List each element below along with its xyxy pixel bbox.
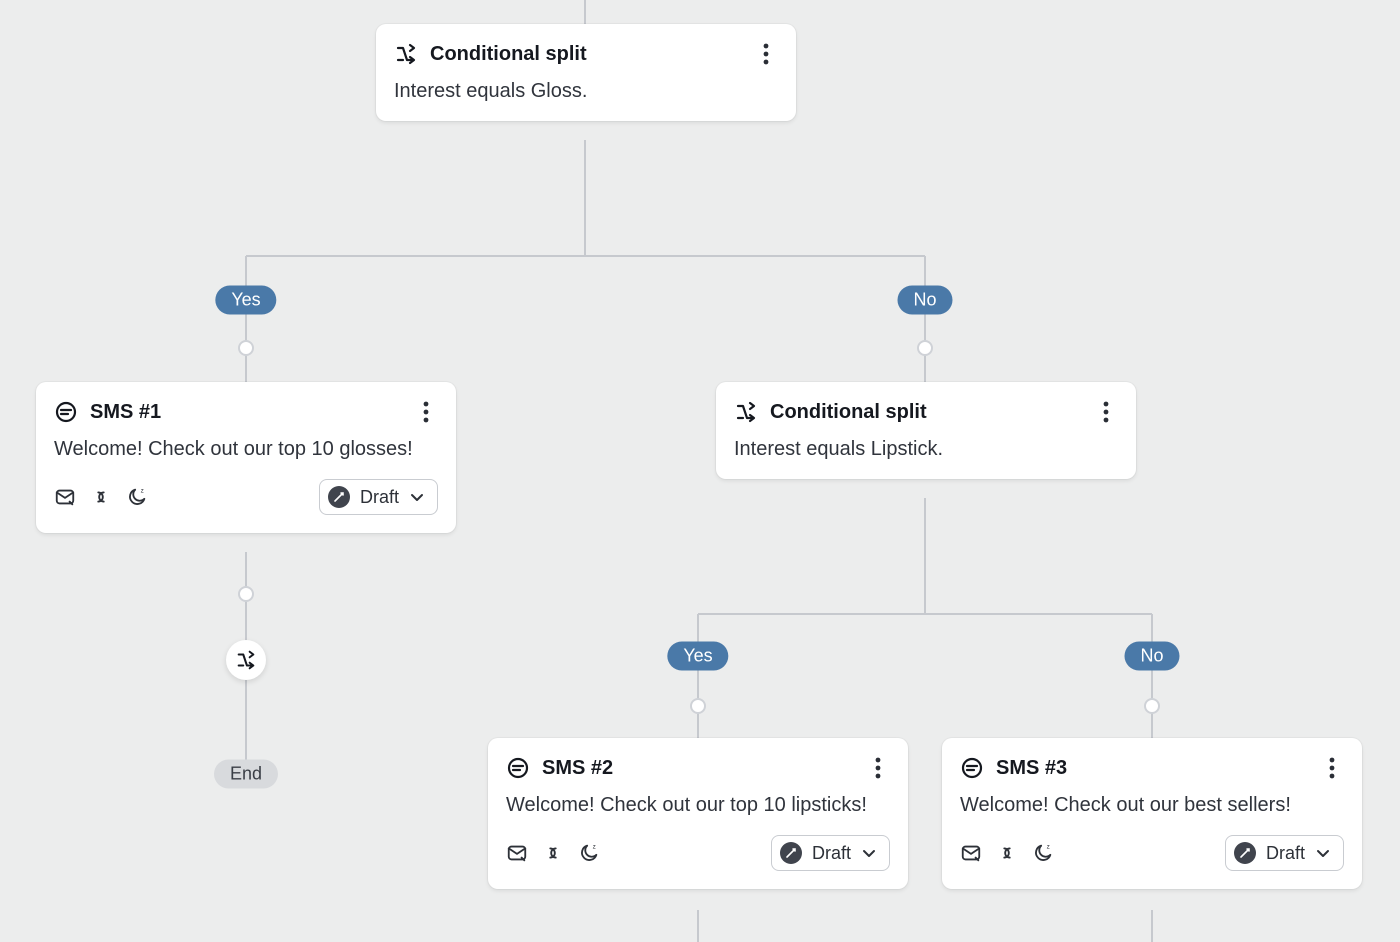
connector-dot — [238, 586, 254, 602]
connector-dot — [238, 340, 254, 356]
card-title: SMS #1 — [90, 401, 161, 424]
status-label: Draft — [812, 843, 851, 864]
smart-send-icon[interactable] — [960, 842, 982, 864]
more-menu-button[interactable] — [1094, 400, 1118, 424]
more-menu-button[interactable] — [754, 42, 778, 66]
sms-card[interactable]: SMS #1 Welcome! Check out our top 10 glo… — [36, 382, 456, 533]
link-icon[interactable] — [90, 486, 112, 508]
end-pill: End — [214, 760, 278, 789]
more-menu-button[interactable] — [414, 400, 438, 424]
sms-icon — [960, 756, 984, 780]
draft-status-icon — [328, 486, 350, 508]
card-description: Welcome! Check out our top 10 glosses! — [54, 438, 438, 461]
card-description: Welcome! Check out our best sellers! — [960, 794, 1344, 817]
card-description: Interest equals Lipstick. — [734, 438, 1118, 461]
status-dropdown[interactable]: Draft — [771, 835, 890, 871]
quiet-hours-icon[interactable]: z — [126, 486, 148, 508]
branch-yes-pill: Yes — [215, 286, 276, 315]
more-menu-button[interactable] — [1320, 756, 1344, 780]
connector-dot — [690, 698, 706, 714]
svg-text:z: z — [1047, 843, 1050, 850]
chevron-down-icon — [409, 489, 425, 505]
card-action-icons: z — [506, 842, 600, 864]
branch-yes-pill: Yes — [667, 642, 728, 671]
branch-no-pill: No — [897, 286, 952, 315]
status-label: Draft — [1266, 843, 1305, 864]
sms-card[interactable]: SMS #2 Welcome! Check out our top 10 lip… — [488, 738, 908, 889]
add-step-button[interactable] — [226, 640, 266, 680]
sms-icon — [54, 400, 78, 424]
conditional-split-card[interactable]: Conditional split Interest equals Gloss. — [376, 24, 796, 121]
chevron-down-icon — [861, 845, 877, 861]
draft-status-icon — [1234, 842, 1256, 864]
card-action-icons: z — [54, 486, 148, 508]
card-description: Welcome! Check out our top 10 lipsticks! — [506, 794, 890, 817]
smart-send-icon[interactable] — [54, 486, 76, 508]
svg-text:z: z — [593, 843, 596, 850]
sms-icon — [506, 756, 530, 780]
connector-dot — [1144, 698, 1160, 714]
quiet-hours-icon[interactable]: z — [1032, 842, 1054, 864]
split-icon — [394, 42, 418, 66]
status-dropdown[interactable]: Draft — [1225, 835, 1344, 871]
card-title: Conditional split — [430, 43, 587, 66]
quiet-hours-icon[interactable]: z — [578, 842, 600, 864]
branch-no-pill: No — [1124, 642, 1179, 671]
card-title: Conditional split — [770, 401, 927, 424]
conditional-split-card[interactable]: Conditional split Interest equals Lipsti… — [716, 382, 1136, 479]
status-dropdown[interactable]: Draft — [319, 479, 438, 515]
smart-send-icon[interactable] — [506, 842, 528, 864]
link-icon[interactable] — [542, 842, 564, 864]
card-title: SMS #3 — [996, 757, 1067, 780]
draft-status-icon — [780, 842, 802, 864]
more-menu-button[interactable] — [866, 756, 890, 780]
chevron-down-icon — [1315, 845, 1331, 861]
connector-dot — [917, 340, 933, 356]
svg-text:z: z — [141, 487, 144, 494]
link-icon[interactable] — [996, 842, 1018, 864]
card-description: Interest equals Gloss. — [394, 80, 778, 103]
sms-card[interactable]: SMS #3 Welcome! Check out our best selle… — [942, 738, 1362, 889]
card-action-icons: z — [960, 842, 1054, 864]
card-title: SMS #2 — [542, 757, 613, 780]
split-icon — [734, 400, 758, 424]
status-label: Draft — [360, 487, 399, 508]
